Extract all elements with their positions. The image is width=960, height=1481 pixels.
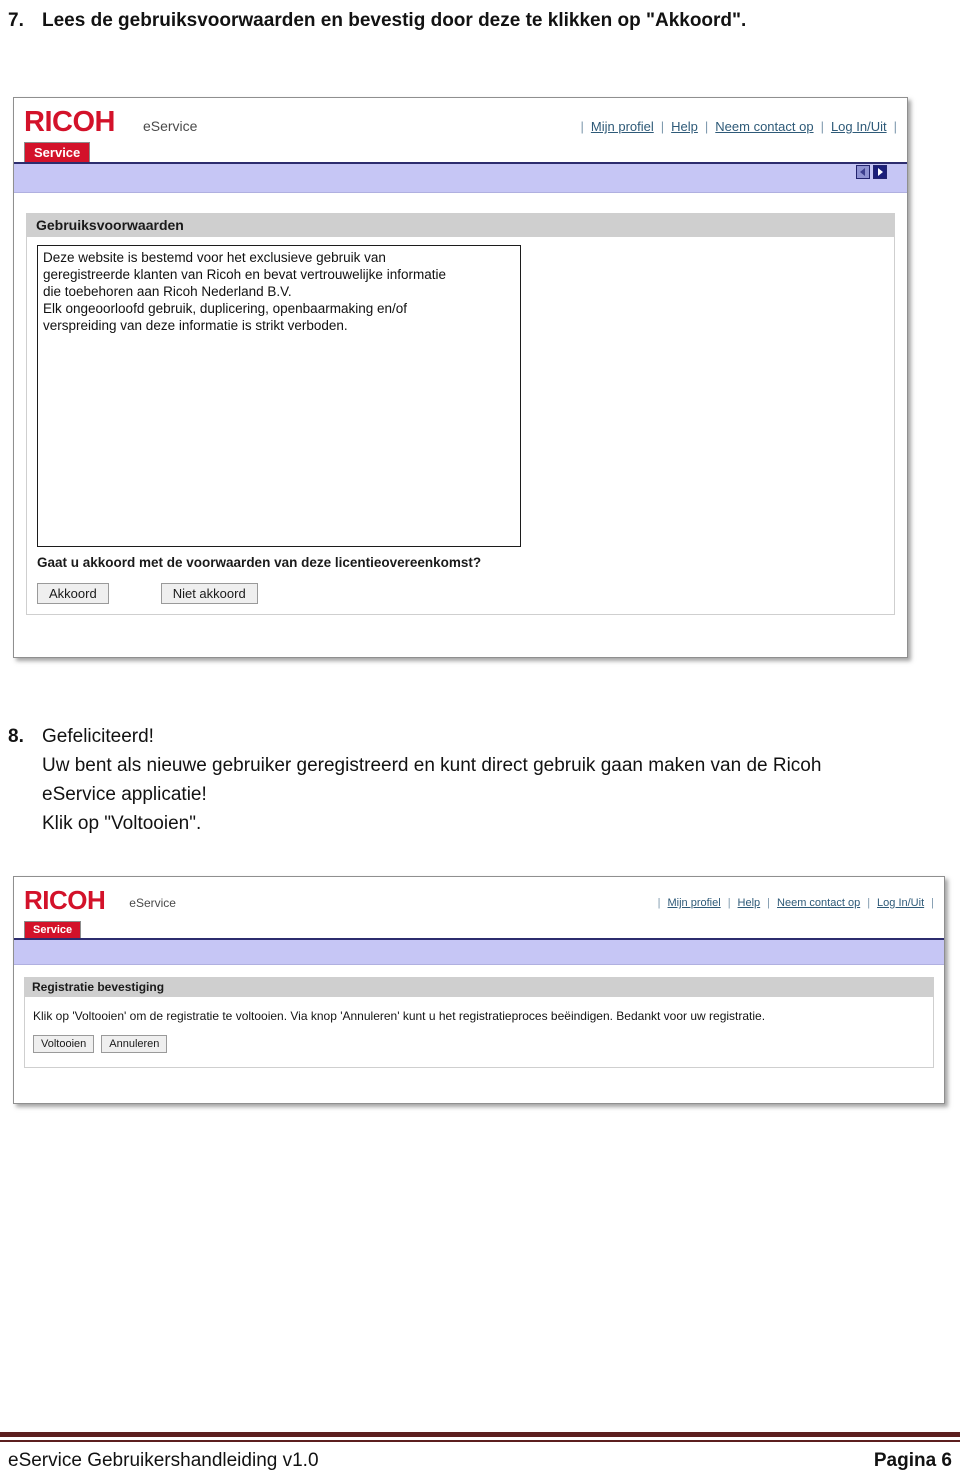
nav-link-log-in-uit[interactable]: Log In/Uit [870,897,931,909]
terms-line-3: die toebehoren aan Ricoh Nederland B.V. [43,284,292,299]
step-7-text: Lees de gebruiksvoorwaarden en bevestig … [42,6,938,35]
niet-akkoord-button[interactable]: Niet akkoord [160,583,258,604]
step-7-number: 7. [8,10,24,31]
panel-title-gebruiksvoorwaarden: Gebruiksvoorwaarden [26,213,895,237]
site-header-1: RICOH eService | Mijn profiel | Help | N… [14,98,907,193]
footer-rule-thick [0,1432,960,1437]
akkoord-button[interactable]: Akkoord [37,583,109,604]
step-8-line-4: Klik op "Voltooien". [42,813,202,834]
nav-link-help[interactable]: Help [664,119,705,134]
nav-separator-icon: | [931,897,934,909]
step-7-line-1: Lees de gebruiksvoorwaarden en bevestig … [42,10,747,31]
tab-strip-1: Service [14,138,907,164]
confirmation-text: Klik op 'Voltooien' om de registratie te… [33,1009,766,1023]
footer-rule-thin [0,1440,960,1442]
pager-controls [856,165,887,179]
nav-link-mijn-profiel[interactable]: Mijn profiel [661,897,728,909]
content-panel-1: Gebruiksvoorwaarden Deze website is best… [14,193,907,615]
sub-navigation-bar-2 [14,940,944,965]
nav-separator-icon: | [893,119,897,134]
annuleren-button[interactable]: Annuleren [101,1035,168,1053]
terms-line-4: Elk ongeoorloofd gebruik, duplicering, o… [43,301,407,316]
brand-row-1: RICOH eService | Mijn profiel | Help | N… [14,98,907,138]
screenshot-terms-of-use: RICOH eService | Mijn profiel | Help | N… [13,97,908,658]
footer-page-number: Pagina 6 [873,1450,952,1471]
footer-document-title: eService Gebruikershandleiding v1.0 [8,1450,319,1471]
content-panel-2: Registratie bevestiging Klik op 'Voltooi… [14,965,944,1068]
step-8-text: Gefeliciteerd! Uw bent als nieuwe gebrui… [42,722,908,838]
consent-question: Gaat u akkoord met de voorwaarden van de… [37,555,482,570]
panel-title-registratie-bevestiging: Registratie bevestiging [24,977,934,997]
step-8-line-3: eService applicatie! [42,784,207,805]
terms-line-1: Deze website is bestemd voor het exclusi… [43,250,386,265]
product-name: eService [142,118,198,134]
product-name: eService [129,896,176,910]
terms-line-5: verspreiding van deze informatie is stri… [43,318,348,333]
step-7: 7. Lees de gebruiksvoorwaarden en bevest… [8,6,938,35]
terms-line-2: geregistreerde klanten van Ricoh en beva… [43,267,446,282]
step-8-line-2: Uw bent als nieuwe gebruiker geregistree… [42,755,822,776]
step-8-number: 8. [8,726,24,747]
nav-link-neem-contact-op[interactable]: Neem contact op [770,897,867,909]
step-8: 8. Gefeliciteerd! Uw bent als nieuwe geb… [8,722,908,838]
header-nav-2: | Mijn profiel | Help | Neem contact op … [658,897,934,909]
nav-link-neem-contact-op[interactable]: Neem contact op [708,119,820,134]
header-nav-1: | Mijn profiel | Help | Neem contact op … [581,119,898,134]
brand-row-2: RICOH eService | Mijn profiel | Help | N… [14,877,944,914]
screenshot-registration-confirmation: RICOH eService | Mijn profiel | Help | N… [13,876,945,1104]
ricoh-logo: RICOH [24,885,106,915]
next-arrow-icon[interactable] [873,165,887,179]
terms-text-area[interactable]: Deze website is bestemd voor het exclusi… [37,245,521,547]
ricoh-logo: RICOH [24,106,115,138]
nav-link-log-in-uit[interactable]: Log In/Uit [824,119,894,134]
sub-navigation-bar-1 [14,164,907,193]
panel-body-2: Klik op 'Voltooien' om de registratie te… [25,997,933,1067]
panel-box-1: Deze website is bestemd voor het exclusi… [26,237,895,615]
nav-link-mijn-profiel[interactable]: Mijn profiel [584,119,661,134]
terms-button-row: Akkoord Niet akkoord [37,583,884,604]
panel-body-1: Deze website is bestemd voor het exclusi… [27,237,894,614]
page-footer: eService Gebruikershandleiding v1.0 Pagi… [0,1450,960,1472]
nav-link-help[interactable]: Help [731,897,768,909]
step-8-line-1: Gefeliciteerd! [42,726,154,747]
voltooien-button[interactable]: Voltooien [33,1035,95,1053]
prev-arrow-icon[interactable] [856,165,870,179]
panel-box-2: Klik op 'Voltooien' om de registratie te… [24,997,934,1068]
confirmation-button-row: Voltooien Annuleren [33,1035,925,1053]
site-header-2: RICOH eService | Mijn profiel | Help | N… [14,877,944,965]
tab-strip-2: Service [14,914,944,940]
tab-service[interactable]: Service [24,142,91,162]
tab-service[interactable]: Service [24,921,82,938]
